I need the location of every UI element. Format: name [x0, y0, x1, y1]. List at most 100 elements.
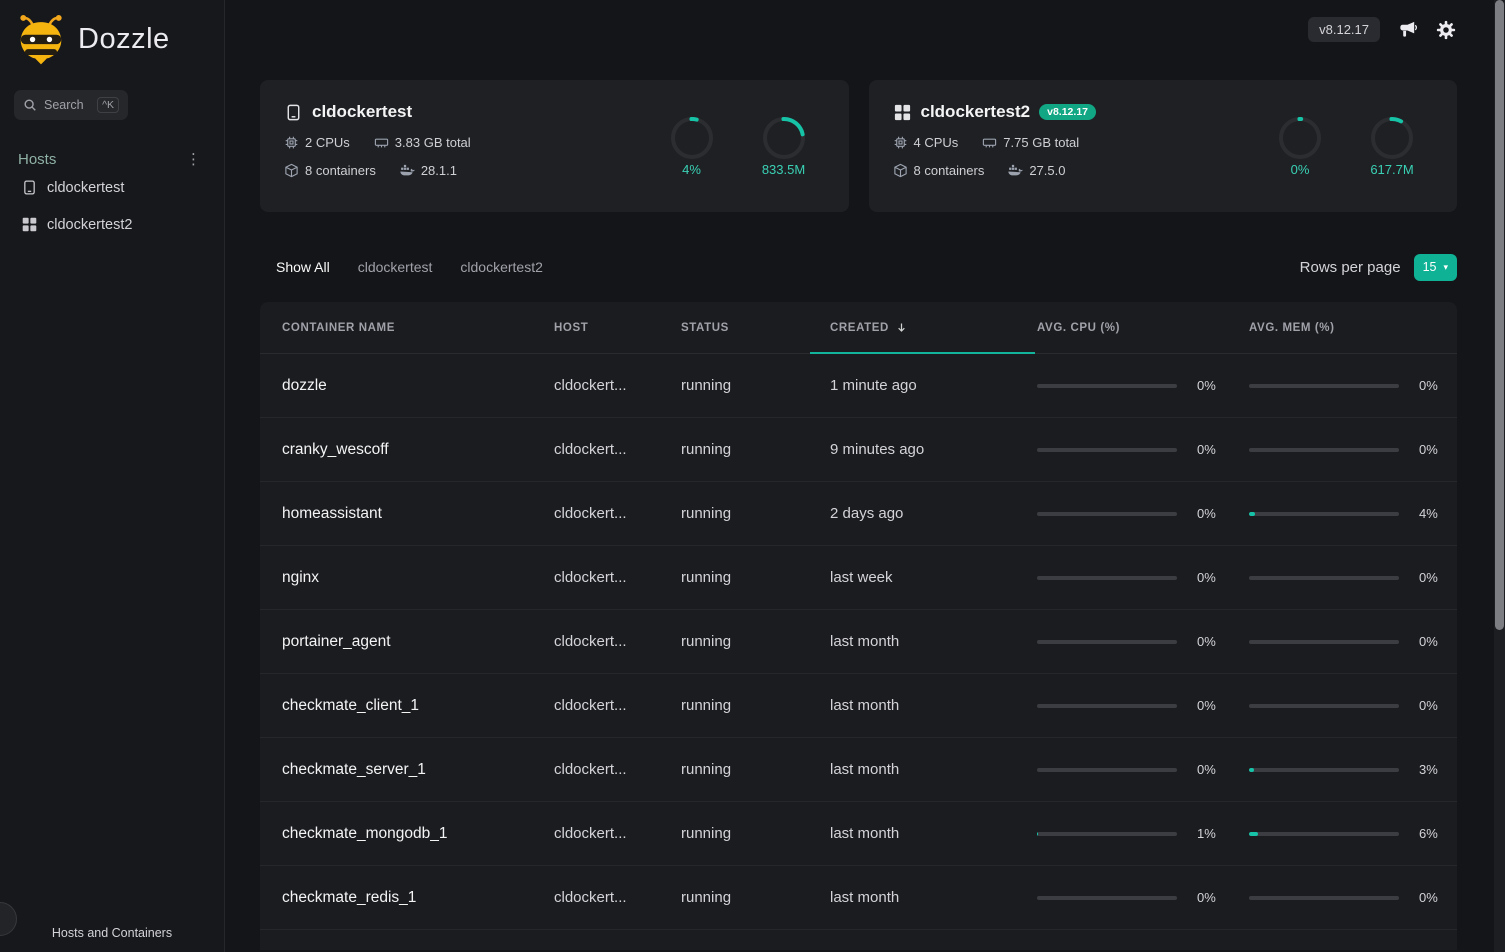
table-row[interactable]: checkmate_redis_1 cldockert... running l…: [260, 866, 1457, 930]
page-scrollbar: [1494, 0, 1505, 952]
search-label: Search: [44, 98, 84, 112]
table-row[interactable]: homeassistant cldockert... running 2 day…: [260, 482, 1457, 546]
host-tablet-icon: [284, 103, 303, 122]
memory-total: 3.83 GB total: [374, 135, 471, 150]
table-row[interactable]: checkmate_server_1 cldockert... running …: [260, 738, 1457, 802]
host-cell: cldockert...: [554, 761, 681, 778]
mem-percent: 0%: [1419, 890, 1445, 905]
mem-progress-bar: [1249, 704, 1399, 708]
mem-progress-bar: [1249, 768, 1399, 772]
mem-percent: 0%: [1419, 634, 1445, 649]
table-row[interactable]: nginx cldockert... running last week 0% …: [260, 546, 1457, 610]
search-button[interactable]: Search ^K: [14, 90, 128, 120]
column-header-avg-mem[interactable]: Avg. Mem (%): [1249, 302, 1457, 353]
table-row[interactable]: checkmate_client_1 cldockert... running …: [260, 674, 1457, 738]
docker-version: 27.5.0: [1008, 163, 1065, 178]
filter-show-all[interactable]: Show All: [276, 259, 330, 275]
container-name-cell[interactable]: cranky_wescoff: [260, 441, 554, 459]
sidebar-item-cldockertest[interactable]: cldockertest: [14, 170, 210, 205]
container-name-cell[interactable]: checkmate_server_1: [260, 761, 554, 779]
mem-progress-fill: [1249, 512, 1255, 516]
host-swarm-icon: [21, 216, 38, 233]
cpu-count: 2 CPUs: [284, 135, 350, 150]
containers-cube-icon: [893, 163, 908, 178]
app-root: Dozzle Search ^K Hosts ⋮ cldockertest cl…: [0, 0, 1505, 952]
avg-mem-cell: 0%: [1249, 890, 1457, 905]
cpu-progress-bar: [1037, 576, 1177, 580]
status-cell: running: [681, 825, 830, 842]
table-row[interactable]: cranky_wescoff cldockert... running 9 mi…: [260, 418, 1457, 482]
filter-cldockertest[interactable]: cldockertest: [358, 259, 433, 275]
settings-gear-icon[interactable]: [1435, 19, 1457, 41]
status-cell: running: [681, 569, 830, 586]
cpu-percent: 0%: [1197, 634, 1223, 649]
mem-percent: 0%: [1419, 442, 1445, 457]
mem-percent: 3%: [1419, 762, 1445, 777]
docker-whale-icon: [1008, 163, 1023, 178]
hosts-menu-icon[interactable]: ⋮: [181, 150, 206, 168]
host-cell: cldockert...: [554, 505, 681, 522]
logo[interactable]: Dozzle: [14, 12, 210, 66]
avg-cpu-cell: 0%: [1037, 506, 1249, 521]
cpu-percent: 0%: [1197, 506, 1223, 521]
container-name-cell[interactable]: portainer_agent: [260, 633, 554, 651]
table-row[interactable]: checkmate_mongodb_1 cldockert... running…: [260, 802, 1457, 866]
avg-cpu-cell: 0%: [1037, 762, 1249, 777]
cpu-progress-bar: [1037, 512, 1177, 516]
sidebar-item-cldockertest2[interactable]: cldockertest2: [14, 207, 210, 242]
container-name-cell[interactable]: homeassistant: [260, 505, 554, 523]
containers-table: Container Name Host Status Created Avg. …: [260, 302, 1457, 950]
host-cell: cldockert...: [554, 825, 681, 842]
status-cell: running: [681, 505, 830, 522]
column-header-status[interactable]: Status: [681, 302, 830, 353]
rows-per-page-select[interactable]: 15 ▾: [1414, 254, 1457, 281]
cpu-percent: 0%: [1197, 442, 1223, 457]
host-card-info: cldockertest2 v8.12.17 4 CPUs: [893, 102, 1097, 190]
avg-mem-cell: 3%: [1249, 762, 1457, 777]
status-cell: running: [681, 889, 830, 906]
mem-progress-bar: [1249, 896, 1399, 900]
memory-total: 7.75 GB total: [982, 135, 1079, 150]
column-header-avg-cpu[interactable]: Avg. CPU (%): [1037, 302, 1249, 353]
cpu-percent: 0%: [1197, 570, 1223, 585]
column-header-container-name[interactable]: Container Name: [260, 302, 554, 353]
column-header-host[interactable]: Host: [554, 302, 681, 353]
container-name-cell[interactable]: checkmate_client_1: [260, 697, 554, 715]
container-name-cell[interactable]: dozzle: [260, 377, 554, 395]
table-row[interactable]: dozzle cldockert... running 1 minute ago…: [260, 354, 1457, 418]
docker-whale-icon: [400, 163, 415, 178]
cpu-gauge: [1277, 115, 1323, 161]
table-row[interactable]: portainer_agent cldockert... running las…: [260, 610, 1457, 674]
mem-progress-fill: [1249, 768, 1254, 772]
host-card-cldockertest[interactable]: cldockertest 2 CPUs: [260, 80, 849, 212]
status-cell: running: [681, 377, 830, 394]
mem-used-label: 617.7M: [1370, 162, 1413, 177]
host-card-title: cldockertest2: [921, 102, 1031, 122]
mem-percent: 6%: [1419, 826, 1445, 841]
created-cell: last month: [830, 889, 1037, 906]
sort-descending-arrow-icon: [895, 321, 908, 334]
avg-cpu-cell: 1%: [1037, 826, 1249, 841]
app-title: Dozzle: [78, 23, 170, 56]
version-badge[interactable]: v8.12.17: [1308, 17, 1380, 42]
cpu-percent: 0%: [1197, 762, 1223, 777]
rows-per-page: Rows per page 15 ▾: [1300, 254, 1457, 281]
host-card-cldockertest2[interactable]: cldockertest2 v8.12.17 4 CPUs: [869, 80, 1458, 212]
column-header-created[interactable]: Created: [830, 302, 1037, 353]
cpu-progress-fill: [1037, 832, 1038, 836]
container-name-cell[interactable]: checkmate_redis_1: [260, 889, 554, 907]
announcements-icon[interactable]: [1397, 19, 1418, 40]
avg-mem-cell: 0%: [1249, 634, 1457, 649]
search-shortcut: ^K: [97, 97, 119, 114]
mem-percent: 0%: [1419, 698, 1445, 713]
avg-cpu-cell: 0%: [1037, 442, 1249, 457]
scrollbar-thumb[interactable]: [1495, 0, 1504, 630]
containers-cube-icon: [284, 163, 299, 178]
container-name-cell[interactable]: nginx: [260, 569, 554, 587]
main-content: v8.12.17: [225, 0, 1505, 952]
filter-cldockertest2[interactable]: cldockertest2: [460, 259, 542, 275]
avg-mem-cell: 0%: [1249, 378, 1457, 393]
filter-row: Show All cldockertest cldockertest2 Rows…: [260, 252, 1457, 282]
container-name-cell[interactable]: checkmate_mongodb_1: [260, 825, 554, 843]
memory-icon: [982, 135, 997, 150]
